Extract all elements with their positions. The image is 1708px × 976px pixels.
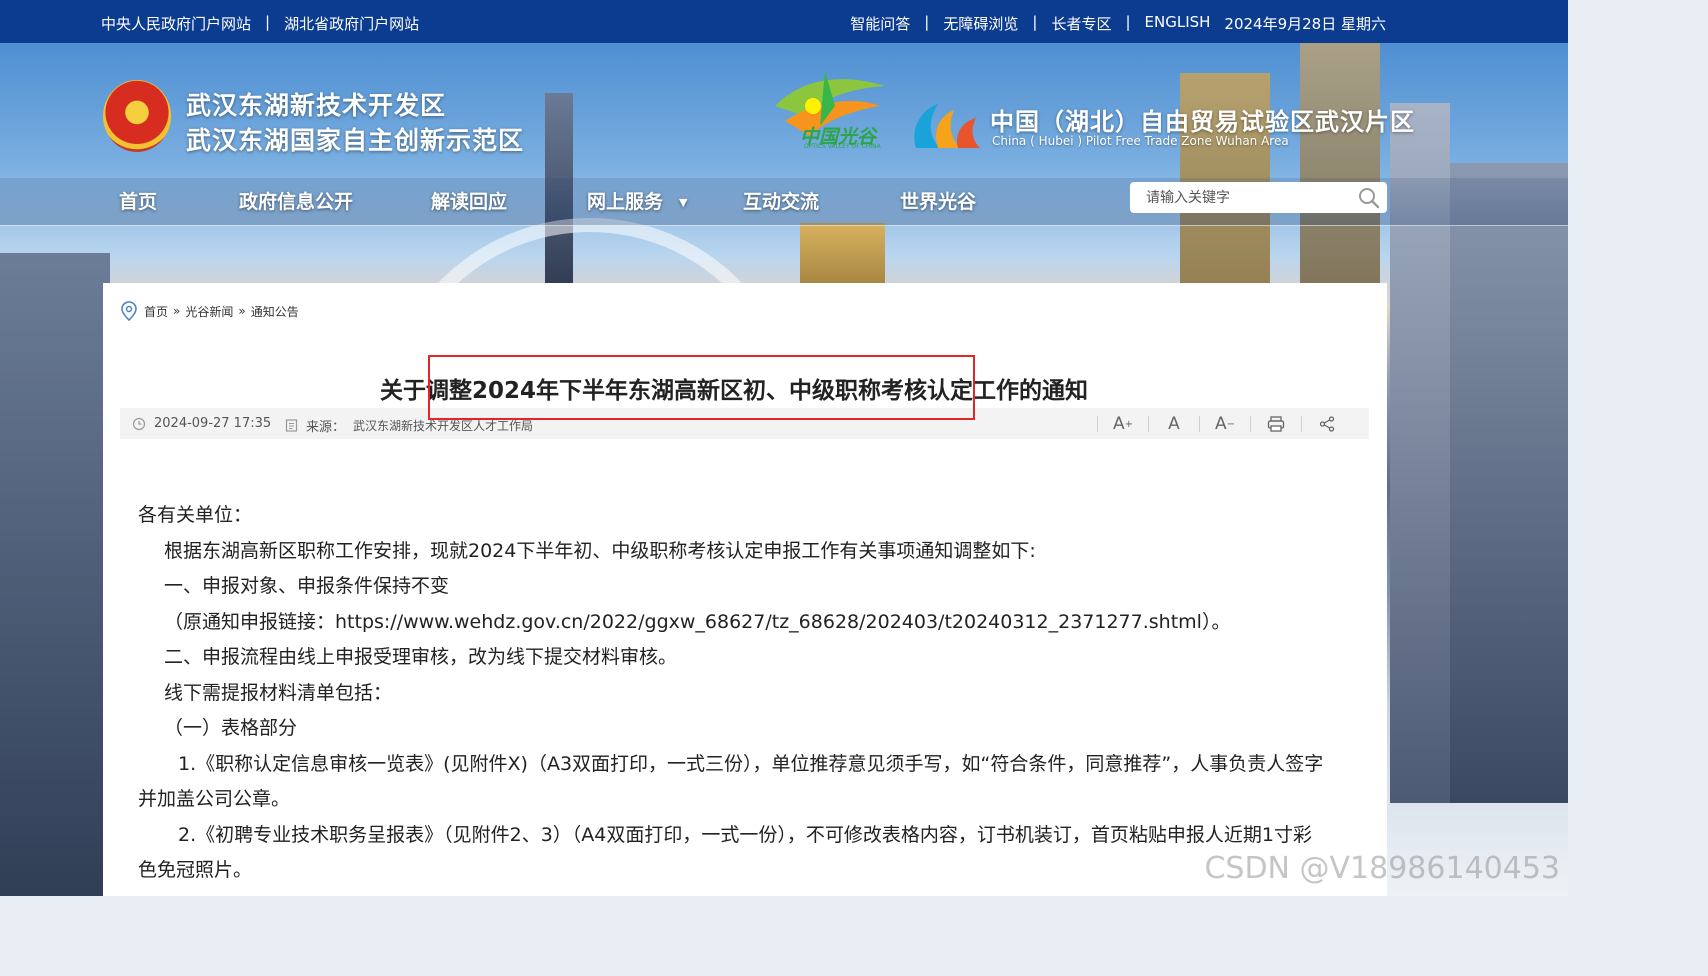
breadcrumb-separator: » [238, 304, 246, 318]
nav-item-label: 网上服务 [587, 191, 664, 213]
separator: | [265, 13, 271, 31]
breadcrumb-news[interactable]: 光谷新闻 [185, 303, 233, 320]
caret-down-icon: ▼ [679, 196, 688, 209]
font-increase-icon[interactable]: A + [1105, 413, 1141, 435]
separator: | [1125, 13, 1131, 31]
source-label: 来源： [306, 420, 346, 435]
separator: | [924, 13, 930, 31]
site-name-line1: 武汉东湖新技术开发区 [186, 91, 447, 120]
clock-icon [132, 417, 146, 430]
link-accessibility[interactable]: 无障碍浏览 [943, 13, 1018, 34]
nav-item-online-service[interactable]: 网上服务 ▼ [587, 187, 687, 214]
nav-item-gov-info[interactable]: 政府信息公开 [239, 187, 353, 214]
divider [1199, 416, 1200, 432]
link-central-gov[interactable]: 中央人民政府门户网站 [101, 13, 251, 34]
search-input[interactable] [1146, 187, 1346, 208]
breadcrumb-separator: » [173, 304, 181, 318]
top-links-right: 智能问答 | 无障碍浏览 | 长者专区 | ENGLISH 2024年9月28日… [850, 13, 1386, 34]
article-tools: A + A A − [1090, 413, 1345, 435]
article-panel: 首页 » 光谷新闻 » 通知公告 关于调整2024年下半年东湖高新区初、中级职称… [103, 283, 1387, 896]
article-body: 各有关单位： 根据东湖高新区职称工作安排，现就2024下半年初、中级职称考核认定… [138, 498, 1353, 889]
site-name-line2: 武汉东湖国家自主创新示范区 [186, 126, 525, 155]
paragraph: 色免冠照片。 [138, 859, 253, 881]
ftz-subtitle: China ( Hubei ) Pilot Free Trade Zone Wu… [992, 134, 1289, 148]
paragraph: 1.《职称认定信息审核一览表》(见附件X)（A3双面打印，一式三份），单位推荐意… [178, 752, 1324, 775]
share-icon[interactable] [1309, 413, 1345, 435]
breadcrumb-home[interactable]: 首页 [144, 303, 168, 320]
title-highlight-box [428, 355, 975, 420]
document-icon [285, 419, 298, 432]
paragraph: 线下需提报材料清单包括： [164, 681, 393, 704]
paragraph: 一、申报对象、申报条件保持不变 [164, 575, 450, 597]
ftz-title[interactable]: 中国（湖北）自由贸易试验区武汉片区 [990, 102, 1415, 137]
ftz-logo-icon[interactable] [910, 100, 982, 152]
separator: | [1032, 13, 1038, 31]
link-english[interactable]: ENGLISH [1145, 13, 1211, 34]
font-normal-icon[interactable]: A [1156, 413, 1192, 435]
link-hubei-gov[interactable]: 湖北省政府门户网站 [284, 13, 419, 34]
site-name[interactable]: 武汉东湖新技术开发区 武汉东湖国家自主创新示范区 [186, 88, 524, 158]
paragraph: 2.《初聘专业技术职务呈报表》（见附件2、3）（A4双面打印，一式一份），不可修… [178, 823, 1312, 846]
publish-time: 2024-09-27 17:35 [132, 416, 271, 431]
watermark: CSDN @V18986140453 [1204, 851, 1560, 886]
divider [1097, 416, 1098, 432]
paragraph: 根据东湖高新区职称工作安排，现就2024下半年初、中级职称考核认定申报工作有关事… [164, 539, 1036, 562]
paragraph: 二、申报流程由线上申报受理审核，改为线下提交材料审核。 [164, 646, 678, 668]
divider [1148, 416, 1149, 432]
nav-item-interaction[interactable]: 互动交流 [743, 187, 819, 214]
building-decoration [1450, 163, 1568, 803]
breadcrumb: 首页 » 光谷新闻 » 通知公告 [120, 301, 299, 321]
current-date: 2024年9月28日 星期六 [1224, 15, 1386, 33]
paragraph-link: （原通知申报链接：https://www.wehdz.gov.cn/2022/g… [164, 610, 1231, 633]
nav-item-world-optics-valley[interactable]: 世界光谷 [900, 187, 976, 214]
print-icon[interactable] [1258, 413, 1294, 435]
paragraph: 并加盖公司公章。 [138, 788, 291, 810]
top-links-left: 中央人民政府门户网站 | 湖北省政府门户网站 [101, 13, 419, 34]
location-pin-icon [121, 301, 137, 321]
link-smart-qa[interactable]: 智能问答 [850, 13, 910, 34]
nav-item-interpretation[interactable]: 解读回应 [431, 187, 507, 214]
building-decoration [0, 253, 110, 896]
optics-valley-logo-sub: OPTICS VALLEY OF CHINA [804, 143, 881, 150]
paragraph: 各有关单位： [138, 504, 253, 526]
divider [1301, 416, 1302, 432]
publish-datetime: 2024-09-27 17:35 [154, 416, 272, 431]
search-icon[interactable] [1357, 186, 1381, 210]
breadcrumb-notices[interactable]: 通知公告 [251, 303, 299, 320]
national-emblem-icon[interactable]: ★ [103, 80, 171, 152]
link-elderly[interactable]: 长者专区 [1051, 13, 1111, 34]
top-bar: 中央人民政府门户网站 | 湖北省政府门户网站 智能问答 | 无障碍浏览 | 长者… [0, 0, 1568, 43]
paragraph: （一）表格部分 [164, 717, 298, 739]
font-decrease-icon[interactable]: A − [1207, 413, 1243, 435]
search-box [1130, 182, 1387, 213]
divider [1250, 416, 1251, 432]
nav-item-home[interactable]: 首页 [119, 187, 157, 214]
